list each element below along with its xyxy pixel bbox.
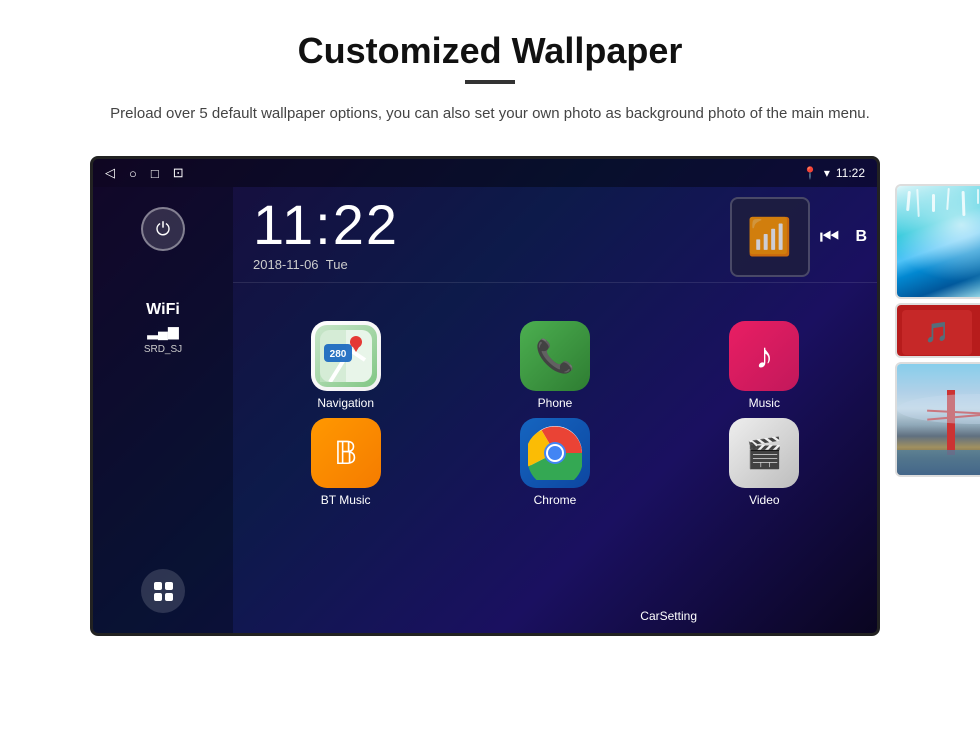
nav-map-visual: 280 (315, 325, 377, 387)
apps-button[interactable] (141, 569, 185, 613)
wifi-ssid: SRD_SJ (144, 344, 182, 355)
chrome-icon (520, 418, 590, 488)
media-artist: B (855, 228, 867, 246)
phone-label: Phone (538, 396, 573, 410)
page-title: Customized Wallpaper (298, 30, 683, 72)
video-label: Video (749, 493, 779, 507)
status-bar: ◁ ○ □ ⊡ 📍 ▾ 11:22 (93, 159, 877, 187)
bt-music-icon: 𝔹 (311, 418, 381, 488)
prev-track-icon[interactable]: ⏮ (820, 224, 840, 250)
phone-symbol: 📞 (535, 337, 575, 375)
chrome-label: Chrome (534, 493, 577, 507)
wifi-info: WiFi ▂▄▆ SRD_SJ (144, 301, 182, 355)
navigation-label: Navigation (317, 396, 374, 410)
back-icon[interactable]: ◁ (105, 165, 115, 181)
wallpaper-bridge[interactable] (895, 362, 980, 477)
power-button[interactable]: ⏻ (141, 207, 185, 251)
wifi-label: WiFi (144, 301, 182, 319)
svg-text:280: 280 (329, 349, 346, 360)
wifi-icon: ▾ (824, 166, 830, 180)
recents-icon[interactable]: □ (151, 166, 159, 181)
music-icon: ♪ (729, 321, 799, 391)
apps-grid-icon (154, 582, 173, 601)
wallpaper-ice[interactable] (895, 184, 980, 299)
app-grid: 280 Navigation 📞 Phone (233, 313, 877, 515)
location-icon: 📍 (803, 166, 818, 180)
top-media-area: 📶 ⏮ B (730, 197, 867, 277)
broadcast-icon: 📶 (747, 216, 792, 258)
wallpaper-thumbs: 🎵 (895, 184, 980, 477)
bt-music-label: BT Music (321, 493, 371, 507)
screenshot-icon[interactable]: ⊡ (173, 165, 184, 181)
app-chrome[interactable]: Chrome (454, 418, 655, 507)
video-icon: 🎬 (729, 418, 799, 488)
page-subtitle: Preload over 5 default wallpaper options… (110, 102, 870, 126)
navigation-icon: 280 (311, 321, 381, 391)
bluetooth-symbol: 𝔹 (334, 434, 357, 472)
carsetting-label[interactable]: CarSetting (640, 609, 697, 623)
media-icon-box: 📶 (730, 197, 810, 277)
android-screen: ◁ ○ □ ⊡ 📍 ▾ 11:22 ⏻ WiFi ▂▄▆ SRD_SJ (90, 156, 880, 636)
app-bt-music[interactable]: 𝔹 BT Music (245, 418, 446, 507)
title-divider (465, 80, 515, 84)
main-content: 11:22 2018-11-06 Tue 📶 ⏮ B (233, 187, 877, 633)
wifi-bars: ▂▄▆ (144, 323, 182, 340)
screen-wrapper: ◁ ○ □ ⊡ 📍 ▾ 11:22 ⏻ WiFi ▂▄▆ SRD_SJ (90, 156, 890, 636)
music-label: Music (749, 396, 780, 410)
left-sidebar: ⏻ WiFi ▂▄▆ SRD_SJ (93, 187, 233, 633)
video-symbol: 🎬 (746, 436, 783, 471)
status-nav-icons: ◁ ○ □ ⊡ (105, 165, 184, 181)
app-phone[interactable]: 📞 Phone (454, 321, 655, 410)
app-navigation[interactable]: 280 Navigation (245, 321, 446, 410)
status-time: 11:22 (836, 166, 865, 180)
music-symbol: ♪ (755, 335, 773, 377)
app-music[interactable]: ♪ Music (664, 321, 865, 410)
app-video[interactable]: 🎬 Video (664, 418, 865, 507)
wallpaper-player[interactable]: 🎵 (895, 303, 980, 358)
media-controls: ⏮ B (820, 224, 867, 250)
phone-icon: 📞 (520, 321, 590, 391)
home-icon[interactable]: ○ (129, 166, 137, 181)
status-right-icons: 📍 ▾ 11:22 (803, 166, 865, 180)
